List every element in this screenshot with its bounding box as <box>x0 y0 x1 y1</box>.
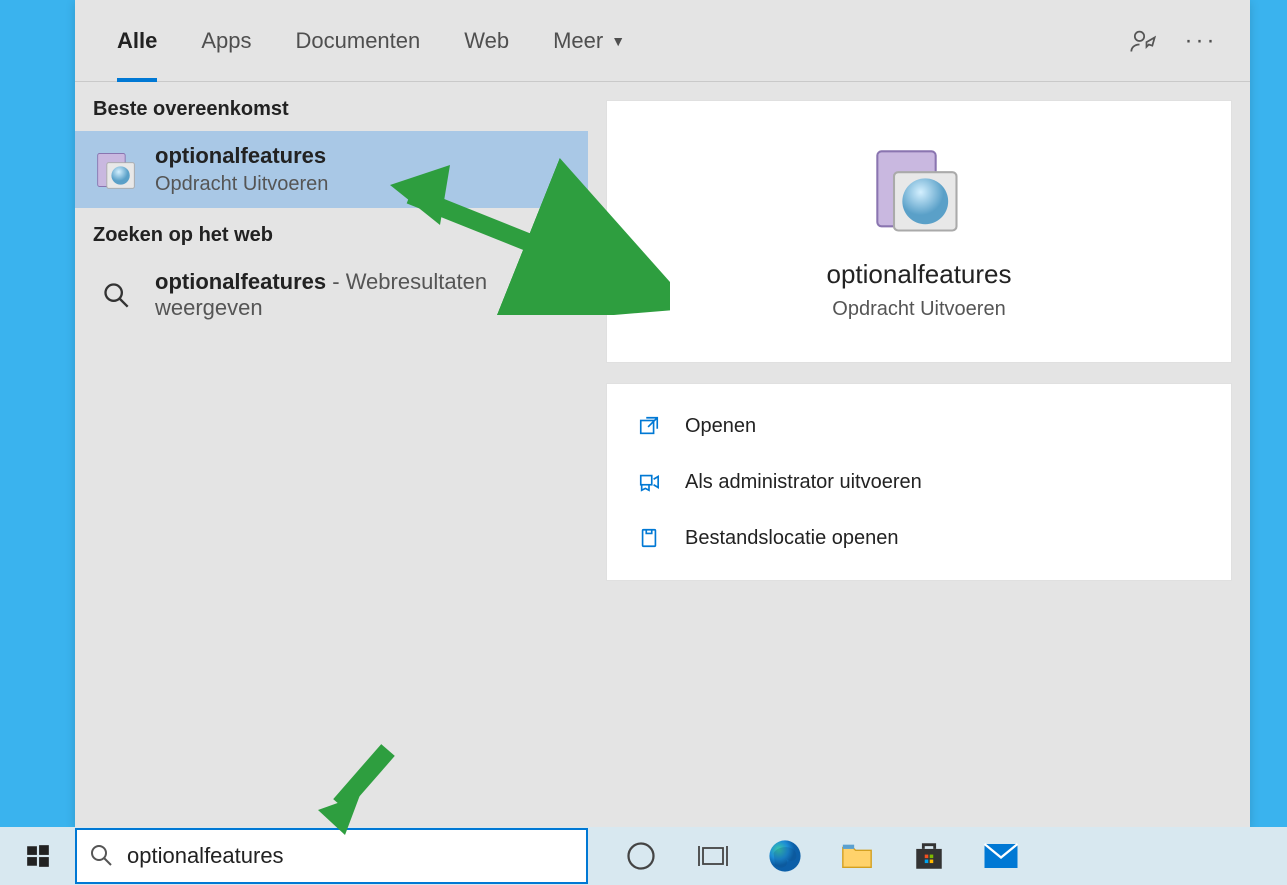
action-open-location-label: Bestandslocatie openen <box>685 527 899 550</box>
taskbar <box>0 827 1287 885</box>
result-title: optionalfeatures <box>155 143 570 169</box>
result-web-search[interactable]: optionalfeatures - Webresultaten weergev… <box>75 257 588 333</box>
tab-all[interactable]: Alle <box>95 1 179 81</box>
result-subtitle: Opdracht Uitvoeren <box>155 173 570 196</box>
edge-icon[interactable] <box>766 837 804 875</box>
store-icon[interactable] <box>910 837 948 875</box>
tab-documents[interactable]: Documenten <box>274 1 443 81</box>
installer-icon <box>93 147 139 193</box>
open-location-icon <box>635 524 663 552</box>
search-input[interactable] <box>127 843 586 869</box>
installer-icon <box>869 143 969 243</box>
results-pane: Beste overeenkomst optionalfeatures Opdr… <box>75 82 588 827</box>
file-explorer-icon[interactable] <box>838 837 876 875</box>
run-as-admin-icon <box>635 468 663 496</box>
chevron-down-icon: ▼ <box>611 33 625 49</box>
detail-card: optionalfeatures Opdracht Uitvoeren <box>606 100 1232 363</box>
open-icon <box>635 412 663 440</box>
section-best-match: Beste overeenkomst <box>75 82 588 131</box>
action-run-admin[interactable]: Als administrator uitvoeren <box>607 454 1231 510</box>
action-open[interactable]: Openen <box>607 398 1231 454</box>
detail-pane: optionalfeatures Opdracht Uitvoeren Open… <box>588 82 1250 827</box>
chevron-right-icon: › <box>543 282 570 308</box>
search-flyout: Alle Apps Documenten Web Meer ▼ ··· Best… <box>75 0 1250 827</box>
tab-apps-label: Apps <box>201 28 251 54</box>
mail-icon[interactable] <box>982 837 1020 875</box>
options-icon[interactable]: ··· <box>1172 12 1230 70</box>
taskbar-searchbox[interactable] <box>75 828 588 884</box>
search-icon <box>93 272 139 318</box>
search-tabs: Alle Apps Documenten Web Meer ▼ ··· <box>75 0 1250 82</box>
start-button[interactable] <box>0 827 75 885</box>
tab-web[interactable]: Web <box>442 1 531 81</box>
action-open-location[interactable]: Bestandslocatie openen <box>607 510 1231 566</box>
result-best-match[interactable]: optionalfeatures Opdracht Uitvoeren <box>75 131 588 208</box>
search-icon <box>89 843 115 869</box>
action-run-admin-label: Als administrator uitvoeren <box>685 471 922 494</box>
section-web-search: Zoeken op het web <box>75 208 588 257</box>
detail-subtitle: Opdracht Uitvoeren <box>832 298 1005 321</box>
task-view-icon[interactable] <box>694 837 732 875</box>
detail-title: optionalfeatures <box>826 259 1011 290</box>
feedback-icon[interactable] <box>1114 12 1172 70</box>
tab-more[interactable]: Meer ▼ <box>531 1 647 81</box>
tab-documents-label: Documenten <box>296 28 421 54</box>
web-result-bold: optionalfeatures <box>155 269 326 294</box>
tab-apps[interactable]: Apps <box>179 1 273 81</box>
tab-more-label: Meer <box>553 28 603 54</box>
cortana-icon[interactable] <box>622 837 660 875</box>
action-open-label: Openen <box>685 415 756 438</box>
tab-web-label: Web <box>464 28 509 54</box>
detail-actions: Openen Als administrator uitvoeren Besta… <box>606 383 1232 581</box>
tab-all-label: Alle <box>117 28 157 54</box>
